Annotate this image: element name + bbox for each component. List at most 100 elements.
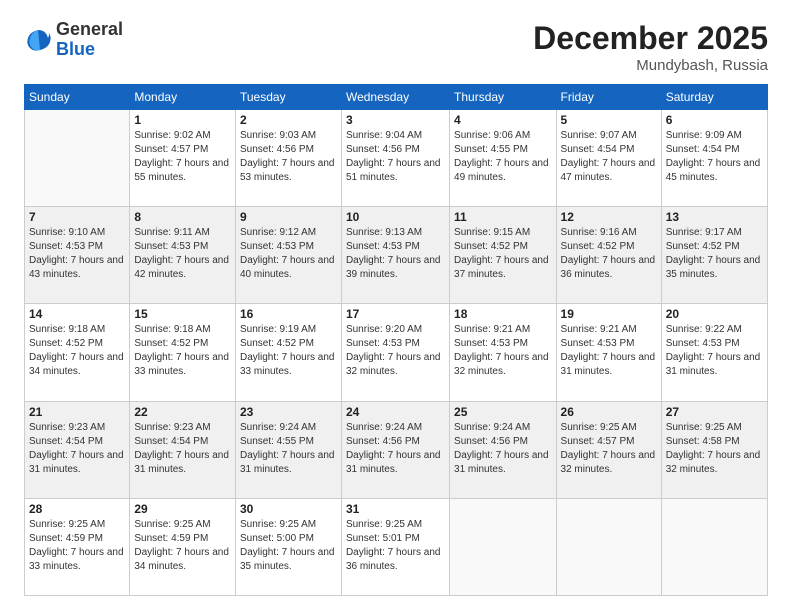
day-number: 24 xyxy=(346,405,445,419)
day-number: 27 xyxy=(666,405,763,419)
calendar-cell: 25Sunrise: 9:24 AMSunset: 4:56 PMDayligh… xyxy=(450,401,557,498)
calendar-cell: 12 Sunrise: 9:16 AMSunset: 4:52 PMDayligh… xyxy=(556,207,661,304)
calendar-week-row: 28Sunrise: 9:25 AMSunset: 4:59 PMDayligh… xyxy=(25,498,768,595)
day-number: 14 xyxy=(29,307,125,321)
day-number: 11 xyxy=(454,210,552,224)
calendar-day-header: Wednesday xyxy=(341,85,449,110)
day-info: Sunrise: 9:25 AMSunset: 5:01 PMDaylight:… xyxy=(346,518,445,574)
day-info: Sunrise: 9:13 AMSunset: 4:53 PMDaylight:… xyxy=(346,226,445,282)
day-info: Sunrise: 9:25 AMSunset: 5:00 PMDaylight:… xyxy=(240,518,337,574)
calendar-cell xyxy=(661,498,767,595)
day-info: Sunrise: 9:09 AMSunset: 4:54 PMDaylight:… xyxy=(666,129,763,185)
day-info: Sunrise: 9:24 AMSunset: 4:55 PMDaylight:… xyxy=(240,421,337,477)
calendar-cell: 2Sunrise: 9:03 AMSunset: 4:56 PMDaylight… xyxy=(235,110,341,207)
day-number: 26 xyxy=(561,405,657,419)
day-info: Sunrise: 9:17 AMSunset: 4:52 PMDaylight:… xyxy=(666,226,763,282)
calendar-cell: 3 Sunrise: 9:04 AMSunset: 4:56 PMDaylight… xyxy=(341,110,449,207)
calendar-cell: 24Sunrise: 9:24 AMSunset: 4:56 PMDayligh… xyxy=(341,401,449,498)
calendar-cell: 8 Sunrise: 9:11 AMSunset: 4:53 PMDaylight… xyxy=(130,207,236,304)
day-number: 17 xyxy=(346,307,445,321)
day-number: 31 xyxy=(346,502,445,516)
day-info: Sunrise: 9:03 AMSunset: 4:56 PMDaylight:… xyxy=(240,129,337,185)
day-number: 29 xyxy=(134,502,231,516)
month-title: December 2025 xyxy=(533,20,768,57)
day-info: Sunrise: 9:23 AMSunset: 4:54 PMDaylight:… xyxy=(29,421,125,477)
day-number: 9 xyxy=(240,210,337,224)
logo-icon xyxy=(24,26,52,54)
calendar-cell: 1 Sunrise: 9:02 AMSunset: 4:57 PMDaylight… xyxy=(130,110,236,207)
day-info: Sunrise: 9:21 AMSunset: 4:53 PMDaylight:… xyxy=(454,323,552,379)
day-number: 6 xyxy=(666,113,763,127)
page: General Blue December 2025 Mundybash, Ru… xyxy=(0,0,792,612)
day-info: Sunrise: 9:21 AMSunset: 4:53 PMDaylight:… xyxy=(561,323,657,379)
day-number: 3 xyxy=(346,113,445,127)
day-info: Sunrise: 9:15 AMSunset: 4:52 PMDaylight:… xyxy=(454,226,552,282)
day-info: Sunrise: 9:18 AMSunset: 4:52 PMDaylight:… xyxy=(29,323,125,379)
day-number: 13 xyxy=(666,210,763,224)
day-number: 16 xyxy=(240,307,337,321)
calendar-day-header: Thursday xyxy=(450,85,557,110)
calendar-cell: 23 Sunrise: 9:24 AMSunset: 4:55 PMDayligh… xyxy=(235,401,341,498)
calendar-week-row: 14 Sunrise: 9:18 AMSunset: 4:52 PMDayligh… xyxy=(25,304,768,401)
location: Mundybash, Russia xyxy=(533,57,768,74)
day-number: 20 xyxy=(666,307,763,321)
day-info: Sunrise: 9:24 AMSunset: 4:56 PMDaylight:… xyxy=(454,421,552,477)
logo-blue: Blue xyxy=(56,40,123,60)
calendar-cell: 18 Sunrise: 9:21 AMSunset: 4:53 PMDayligh… xyxy=(450,304,557,401)
calendar-cell: 15 Sunrise: 9:18 AMSunset: 4:52 PMDayligh… xyxy=(130,304,236,401)
logo: General Blue xyxy=(24,20,123,60)
calendar-cell: 5Sunrise: 9:07 AMSunset: 4:54 PMDaylight… xyxy=(556,110,661,207)
calendar-cell: 19 Sunrise: 9:21 AMSunset: 4:53 PMDayligh… xyxy=(556,304,661,401)
day-number: 1 xyxy=(134,113,231,127)
day-number: 15 xyxy=(134,307,231,321)
day-info: Sunrise: 9:07 AMSunset: 4:54 PMDaylight:… xyxy=(561,129,657,185)
calendar-cell: 9 Sunrise: 9:12 AMSunset: 4:53 PMDaylight… xyxy=(235,207,341,304)
day-number: 4 xyxy=(454,113,552,127)
logo-text: General Blue xyxy=(56,20,123,60)
calendar-cell: 14 Sunrise: 9:18 AMSunset: 4:52 PMDayligh… xyxy=(25,304,130,401)
day-number: 8 xyxy=(134,210,231,224)
calendar-cell: 11 Sunrise: 9:15 AMSunset: 4:52 PMDayligh… xyxy=(450,207,557,304)
calendar-cell: 20 Sunrise: 9:22 AMSunset: 4:53 PMDayligh… xyxy=(661,304,767,401)
calendar-cell: 22 Sunrise: 9:23 AMSunset: 4:54 PMDayligh… xyxy=(130,401,236,498)
day-info: Sunrise: 9:02 AMSunset: 4:57 PMDaylight:… xyxy=(134,129,231,185)
calendar-cell xyxy=(25,110,130,207)
calendar-cell: 13 Sunrise: 9:17 AMSunset: 4:52 PMDayligh… xyxy=(661,207,767,304)
day-number: 12 xyxy=(561,210,657,224)
calendar-cell: 7 Sunrise: 9:10 AMSunset: 4:53 PMDaylight… xyxy=(25,207,130,304)
calendar-cell: 4 Sunrise: 9:06 AMSunset: 4:55 PMDaylight… xyxy=(450,110,557,207)
day-number: 22 xyxy=(134,405,231,419)
calendar-cell: 10 Sunrise: 9:13 AMSunset: 4:53 PMDayligh… xyxy=(341,207,449,304)
day-number: 30 xyxy=(240,502,337,516)
calendar-cell: 6 Sunrise: 9:09 AMSunset: 4:54 PMDaylight… xyxy=(661,110,767,207)
day-info: Sunrise: 9:12 AMSunset: 4:53 PMDaylight:… xyxy=(240,226,337,282)
calendar-cell: 27Sunrise: 9:25 AMSunset: 4:58 PMDayligh… xyxy=(661,401,767,498)
calendar-cell: 16Sunrise: 9:19 AMSunset: 4:52 PMDayligh… xyxy=(235,304,341,401)
day-info: Sunrise: 9:06 AMSunset: 4:55 PMDaylight:… xyxy=(454,129,552,185)
calendar-cell: 30 Sunrise: 9:25 AMSunset: 5:00 PMDayligh… xyxy=(235,498,341,595)
calendar-cell: 17Sunrise: 9:20 AMSunset: 4:53 PMDayligh… xyxy=(341,304,449,401)
day-info: Sunrise: 9:25 AMSunset: 4:59 PMDaylight:… xyxy=(29,518,125,574)
day-info: Sunrise: 9:04 AMSunset: 4:56 PMDaylight:… xyxy=(346,129,445,185)
day-number: 10 xyxy=(346,210,445,224)
calendar-day-header: Saturday xyxy=(661,85,767,110)
calendar-cell: 31 Sunrise: 9:25 AMSunset: 5:01 PMDayligh… xyxy=(341,498,449,595)
calendar-week-row: 21Sunrise: 9:23 AMSunset: 4:54 PMDayligh… xyxy=(25,401,768,498)
day-number: 23 xyxy=(240,405,337,419)
calendar-table: SundayMondayTuesdayWednesdayThursdayFrid… xyxy=(24,84,768,596)
day-number: 7 xyxy=(29,210,125,224)
header: General Blue December 2025 Mundybash, Ru… xyxy=(24,20,768,74)
calendar-week-row: 7 Sunrise: 9:10 AMSunset: 4:53 PMDaylight… xyxy=(25,207,768,304)
calendar-day-header: Sunday xyxy=(25,85,130,110)
day-number: 18 xyxy=(454,307,552,321)
day-info: Sunrise: 9:23 AMSunset: 4:54 PMDaylight:… xyxy=(134,421,231,477)
day-info: Sunrise: 9:18 AMSunset: 4:52 PMDaylight:… xyxy=(134,323,231,379)
day-info: Sunrise: 9:11 AMSunset: 4:53 PMDaylight:… xyxy=(134,226,231,282)
day-info: Sunrise: 9:22 AMSunset: 4:53 PMDaylight:… xyxy=(666,323,763,379)
day-info: Sunrise: 9:16 AMSunset: 4:52 PMDaylight:… xyxy=(561,226,657,282)
calendar-header-row: SundayMondayTuesdayWednesdayThursdayFrid… xyxy=(25,85,768,110)
day-number: 19 xyxy=(561,307,657,321)
day-info: Sunrise: 9:10 AMSunset: 4:53 PMDaylight:… xyxy=(29,226,125,282)
calendar-cell xyxy=(556,498,661,595)
calendar-day-header: Friday xyxy=(556,85,661,110)
